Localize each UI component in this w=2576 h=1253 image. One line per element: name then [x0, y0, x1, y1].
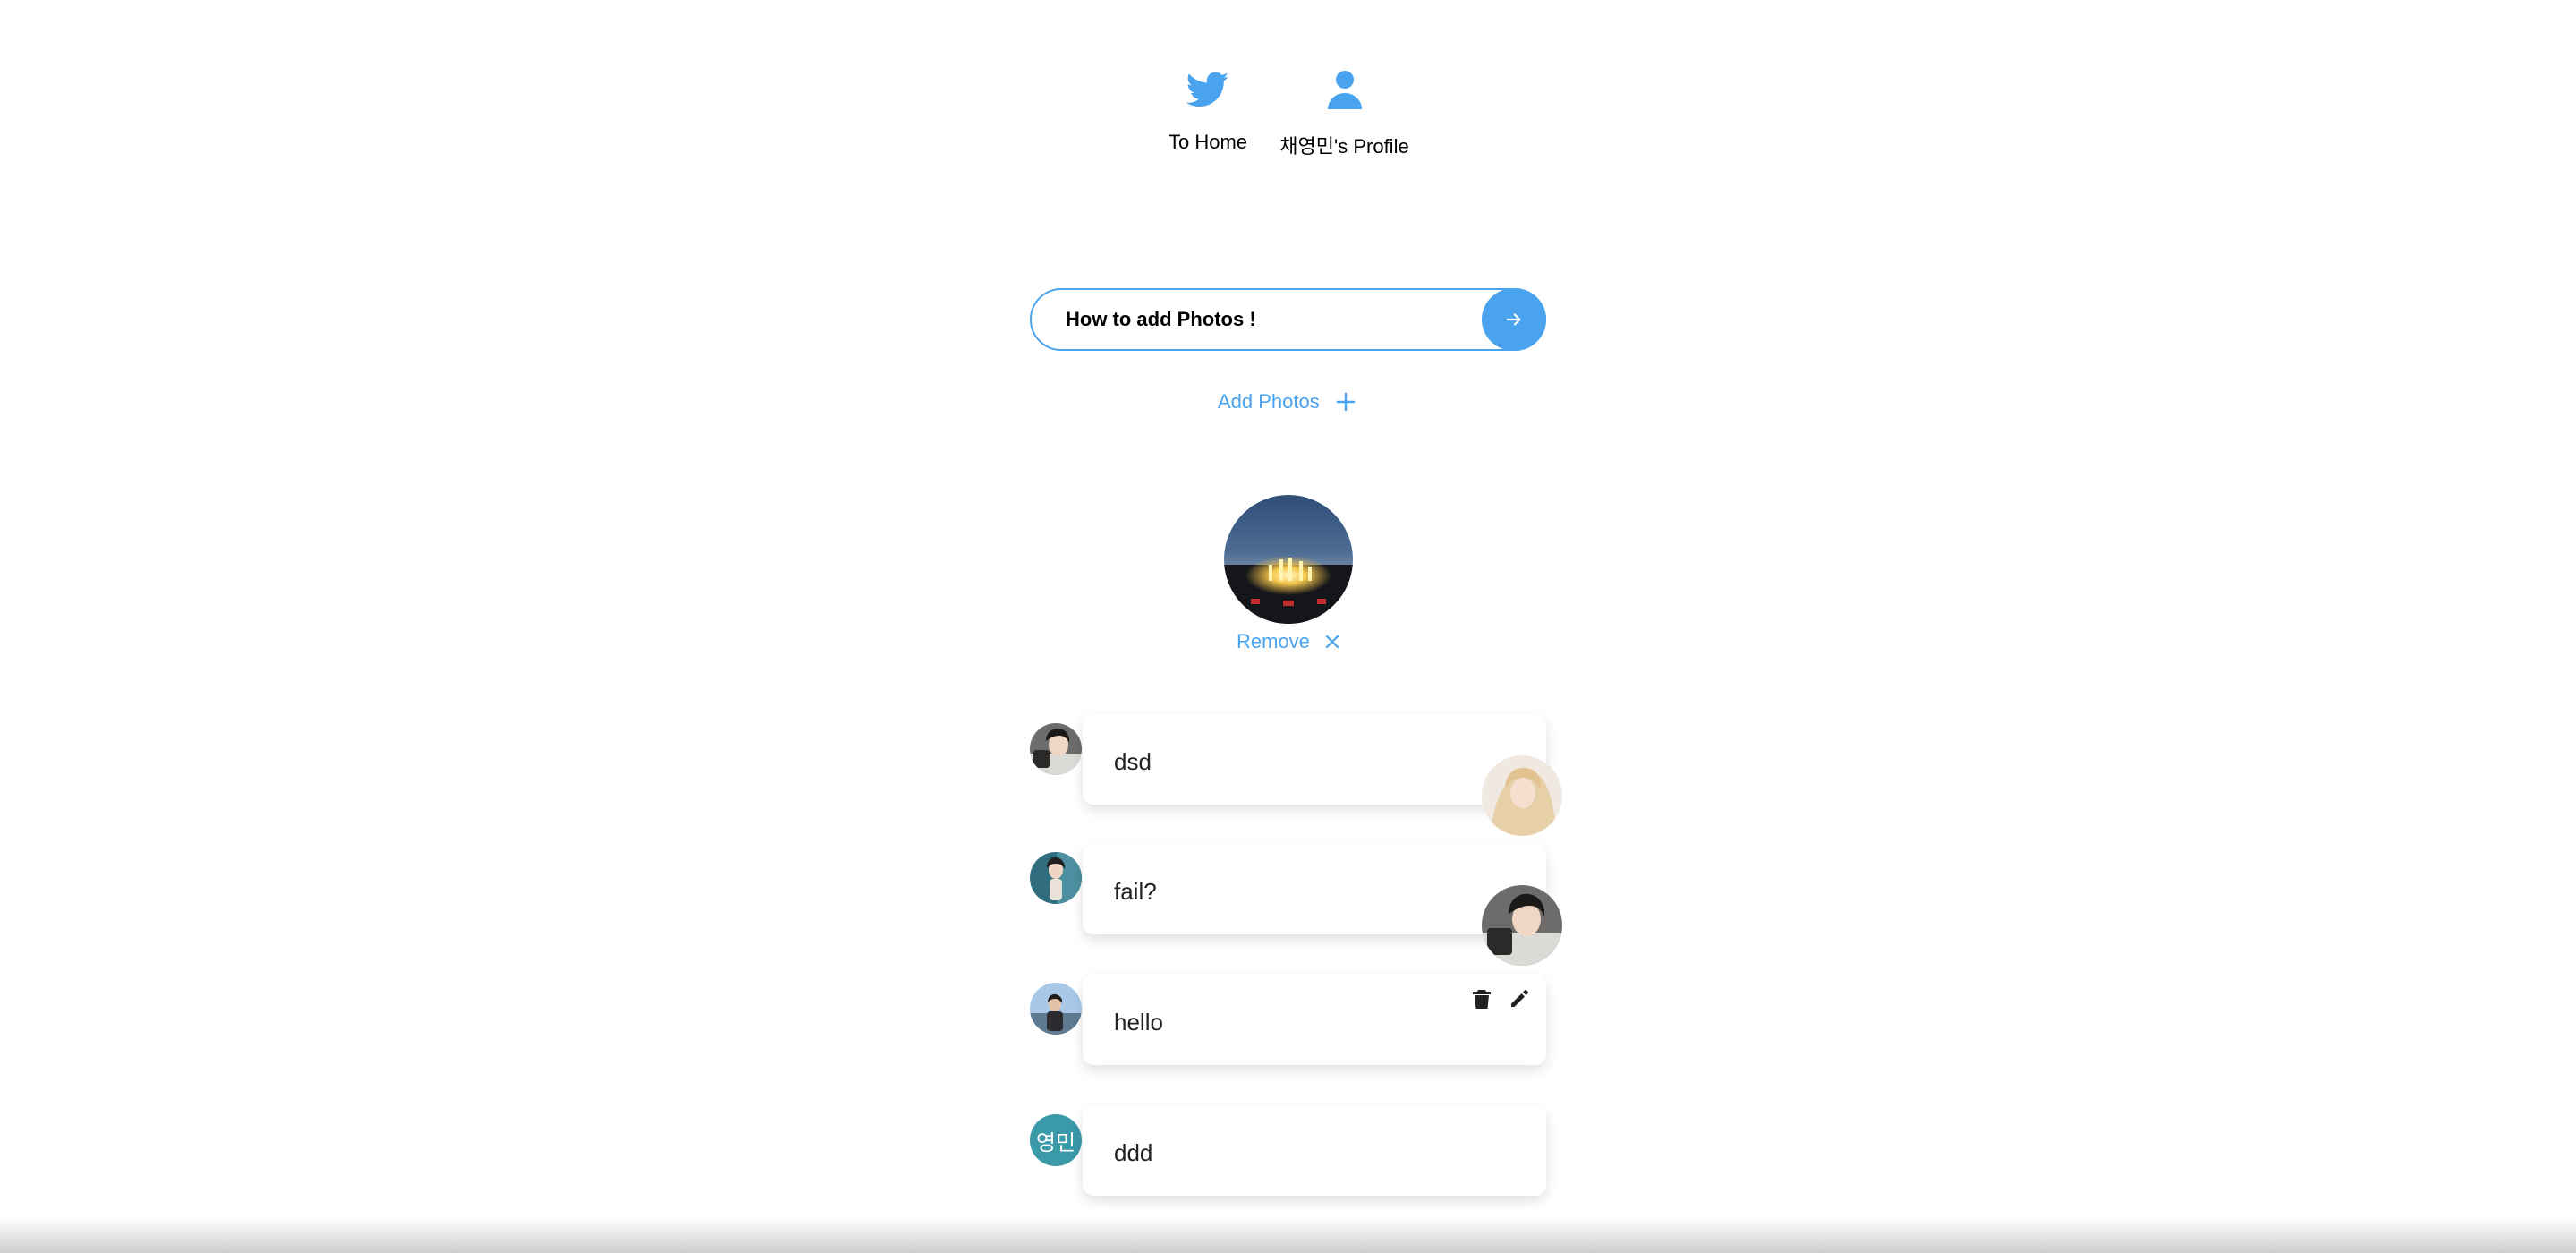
window-bottom-shadow — [0, 1217, 2576, 1253]
plus-icon — [1336, 392, 1356, 412]
author-avatar — [1030, 852, 1082, 904]
tweet-text: fail? — [1114, 878, 1157, 905]
nav-profile-label: 채영민's Profile — [1279, 135, 1409, 158]
top-navigation: To Home 채영민's Profile — [0, 0, 2576, 179]
author-avatar-initials: 영민 — [1030, 1114, 1082, 1166]
submit-tweet-button[interactable] — [1482, 288, 1546, 351]
attachment-preview-image — [1224, 495, 1353, 624]
tweet-attachment-image — [1482, 885, 1562, 966]
close-icon — [1325, 635, 1339, 649]
add-photos-label: Add Photos — [1218, 390, 1320, 413]
tweet-input[interactable] — [1030, 288, 1546, 351]
author-avatar — [1030, 983, 1082, 1035]
tweet-card: dsd — [1083, 714, 1546, 805]
twitter-bird-icon — [1186, 72, 1229, 107]
tweet-card: ddd — [1083, 1105, 1546, 1196]
nav-profile-link[interactable]: 채영민's Profile — [1271, 68, 1418, 159]
remove-label: Remove — [1237, 630, 1310, 652]
pencil-icon[interactable] — [1509, 988, 1530, 1010]
trash-icon[interactable] — [1471, 988, 1492, 1010]
tweet-attachment-image — [1482, 755, 1562, 836]
tweet-text: dsd — [1114, 748, 1152, 775]
tweet-text: ddd — [1114, 1139, 1153, 1166]
author-avatar — [1030, 723, 1082, 775]
tweet-card: fail? — [1083, 844, 1546, 934]
tweet-composer — [1030, 288, 1546, 351]
arrow-right-icon — [1506, 313, 1521, 326]
add-photos-button[interactable]: Add Photos — [1218, 387, 1356, 417]
user-icon — [1327, 71, 1362, 109]
nav-home-link[interactable]: To Home — [1145, 68, 1271, 154]
tweet-text: hello — [1114, 1009, 1163, 1036]
remove-attachment-button[interactable]: Remove — [1237, 628, 1340, 655]
nav-home-label: To Home — [1168, 131, 1248, 153]
